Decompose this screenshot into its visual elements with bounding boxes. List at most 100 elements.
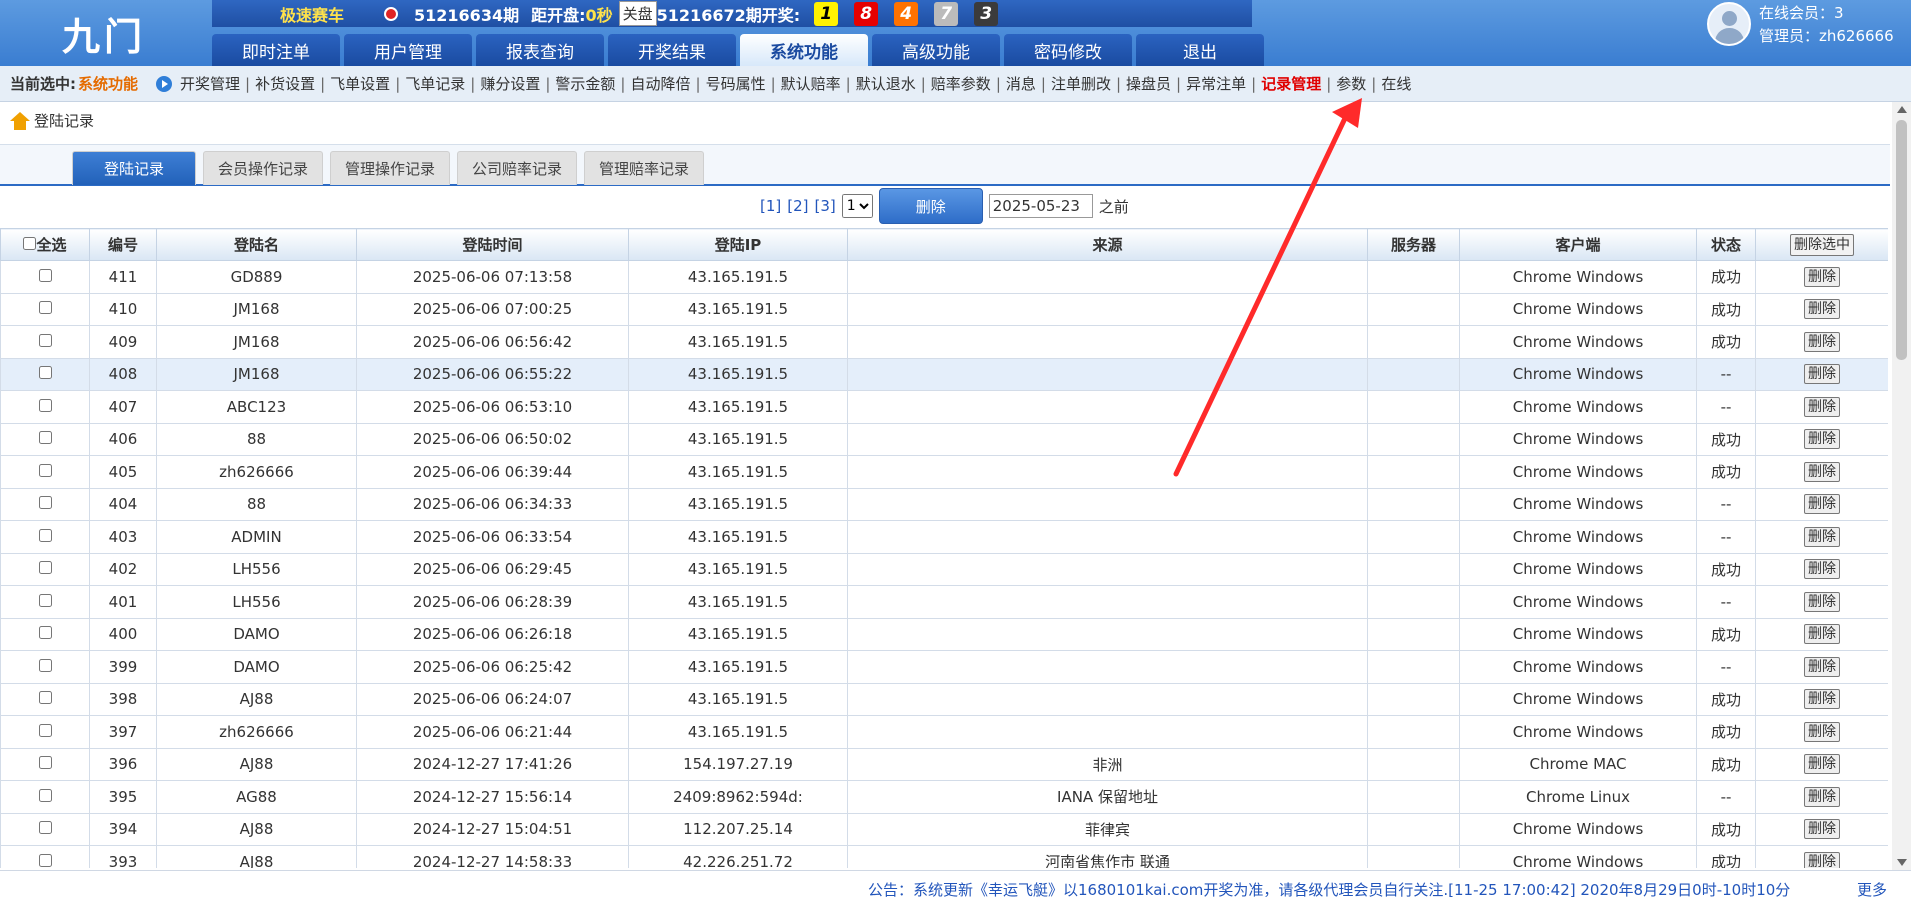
submenu-operators[interactable]: 操盘员 — [1126, 73, 1171, 94]
tab-admin-odds-records[interactable]: 管理赔率记录 — [584, 151, 705, 185]
cell-login-name: ABC123 — [156, 390, 357, 424]
row-delete-button[interactable]: 删除 — [1804, 331, 1840, 352]
table-row: 409 JM168 2025-06-06 06:56:42 43.165.191.5 C… — [0, 325, 1888, 359]
row-delete-button[interactable]: 删除 — [1804, 429, 1840, 450]
submenu-fly-settings[interactable]: 飞单设置 — [330, 73, 390, 94]
submenu-warning-amount[interactable]: 警示金额 — [555, 73, 615, 94]
submenu-earn-settings[interactable]: 赚分设置 — [480, 73, 540, 94]
submenu-record-management[interactable]: 记录管理 — [1261, 73, 1321, 94]
row-checkbox[interactable] — [38, 463, 52, 477]
nav-logout[interactable]: 退出 — [1136, 34, 1264, 66]
row-checkbox[interactable] — [38, 788, 52, 802]
vertical-scrollbar[interactable] — [1892, 102, 1911, 870]
nav-user-management[interactable]: 用户管理 — [344, 34, 472, 66]
row-delete-button[interactable]: 删除 — [1804, 656, 1840, 677]
row-delete-button[interactable]: 删除 — [1804, 851, 1840, 868]
row-checkbox[interactable] — [38, 593, 52, 607]
row-checkbox[interactable] — [38, 561, 52, 575]
row-delete-button[interactable]: 删除 — [1804, 461, 1840, 482]
submenu-online[interactable]: 在线 — [1381, 73, 1411, 94]
game-name[interactable]: 极速赛车 — [280, 2, 344, 26]
delete-before-date-button[interactable]: 删除 — [878, 188, 983, 224]
select-all-checkbox[interactable] — [23, 237, 37, 250]
row-checkbox[interactable] — [38, 723, 52, 737]
nav-change-password[interactable]: 密码修改 — [1004, 34, 1132, 66]
tab-login-records[interactable]: 登陆记录 — [72, 151, 196, 185]
nav-instant-orders[interactable]: 即时注单 — [212, 34, 340, 66]
row-delete-button[interactable]: 删除 — [1804, 624, 1840, 645]
row-delete-button[interactable]: 删除 — [1804, 819, 1840, 840]
cell-login-name: JM168 — [156, 357, 357, 391]
page-title-text: 登陆记录 — [34, 112, 95, 130]
nav-draw-results[interactable]: 开奖结果 — [608, 34, 736, 66]
row-checkbox[interactable] — [38, 268, 52, 282]
submenu-number-attributes[interactable]: 号码属性 — [706, 73, 766, 94]
submenu-draw-management[interactable]: 开奖管理 — [180, 73, 240, 94]
scroll-up-icon[interactable] — [1897, 106, 1907, 113]
row-delete-button[interactable]: 删除 — [1804, 494, 1840, 515]
submenu-default-rebate[interactable]: 默认退水 — [856, 73, 916, 94]
row-checkbox[interactable] — [38, 398, 52, 412]
cell-status: 成功 — [1696, 812, 1756, 846]
col-login-ip: 登陆IP — [628, 228, 848, 261]
row-delete-button[interactable]: 删除 — [1804, 526, 1840, 547]
row-checkbox[interactable] — [38, 658, 52, 672]
nav-system-functions[interactable]: 系统功能 — [740, 34, 868, 66]
row-checkbox[interactable] — [38, 431, 52, 445]
submenu-auto-reduce[interactable]: 自动降倍 — [630, 73, 690, 94]
row-checkbox-cell — [0, 520, 90, 554]
row-delete-button[interactable]: 删除 — [1804, 689, 1840, 710]
cell-login-ip: 43.165.191.5 — [628, 422, 848, 456]
cell-login-time: 2025-06-06 06:56:42 — [356, 325, 629, 359]
more-link[interactable]: 更多 — [1857, 879, 1887, 900]
nav-reports[interactable]: 报表查询 — [476, 34, 604, 66]
row-checkbox[interactable] — [38, 691, 52, 705]
cell-source: 菲律宾 — [847, 812, 1368, 846]
row-delete-button[interactable]: 删除 — [1804, 266, 1840, 287]
announcement-text[interactable]: 公告：系统更新《幸运飞艇》以1680101kai.com开奖为准，请各级代理会员… — [868, 879, 1790, 900]
cell-status: 成功 — [1696, 552, 1756, 586]
row-delete-button[interactable]: 删除 — [1804, 559, 1840, 580]
row-checkbox[interactable] — [38, 821, 52, 835]
cell-login-ip: 112.207.25.14 — [628, 812, 848, 846]
scroll-thumb[interactable] — [1896, 120, 1907, 360]
date-input[interactable] — [988, 194, 1093, 218]
tab-company-odds-records[interactable]: 公司赔率记录 — [457, 151, 578, 185]
submenu-order-edit[interactable]: 注单删改 — [1051, 73, 1111, 94]
cell-id: 400 — [89, 617, 157, 651]
row-checkbox[interactable] — [38, 528, 52, 542]
tab-member-operation-records[interactable]: 会员操作记录 — [203, 151, 324, 185]
row-delete-button[interactable]: 删除 — [1804, 721, 1840, 742]
submenu-odds-params[interactable]: 赔率参数 — [931, 73, 991, 94]
row-delete-button[interactable]: 删除 — [1804, 364, 1840, 385]
cell-client: Chrome Linux — [1459, 780, 1697, 814]
row-checkbox[interactable] — [38, 366, 52, 380]
scroll-down-icon[interactable] — [1897, 859, 1907, 866]
page-link-2[interactable]: [2] — [787, 197, 808, 215]
row-checkbox[interactable] — [38, 853, 52, 867]
row-checkbox[interactable] — [38, 756, 52, 770]
submenu-abnormal-orders[interactable]: 异常注单 — [1186, 73, 1246, 94]
page-link-1[interactable]: [1] — [760, 197, 781, 215]
row-checkbox[interactable] — [38, 496, 52, 510]
page-select[interactable]: 1 — [841, 194, 873, 218]
row-delete-button[interactable]: 删除 — [1804, 299, 1840, 320]
cell-login-ip: 154.197.27.19 — [628, 747, 848, 781]
row-delete-button[interactable]: 删除 — [1804, 591, 1840, 612]
row-checkbox[interactable] — [38, 626, 52, 640]
row-checkbox[interactable] — [38, 333, 52, 347]
tab-admin-operation-records[interactable]: 管理操作记录 — [330, 151, 451, 185]
row-delete-cell: 删除 — [1755, 585, 1888, 619]
nav-advanced[interactable]: 高级功能 — [872, 34, 1000, 66]
row-delete-button[interactable]: 删除 — [1804, 754, 1840, 775]
page-link-3[interactable]: [3] — [815, 197, 836, 215]
submenu-messages[interactable]: 消息 — [1006, 73, 1036, 94]
submenu-fly-records[interactable]: 飞单记录 — [405, 73, 465, 94]
row-delete-button[interactable]: 删除 — [1804, 786, 1840, 807]
submenu-params[interactable]: 参数 — [1336, 73, 1366, 94]
row-delete-button[interactable]: 删除 — [1804, 396, 1840, 417]
row-checkbox[interactable] — [38, 301, 52, 315]
submenu-default-odds[interactable]: 默认赔率 — [781, 73, 841, 94]
delete-selected-button[interactable]: 删除选中 — [1790, 233, 1854, 256]
submenu-replenish-settings[interactable]: 补货设置 — [255, 73, 315, 94]
